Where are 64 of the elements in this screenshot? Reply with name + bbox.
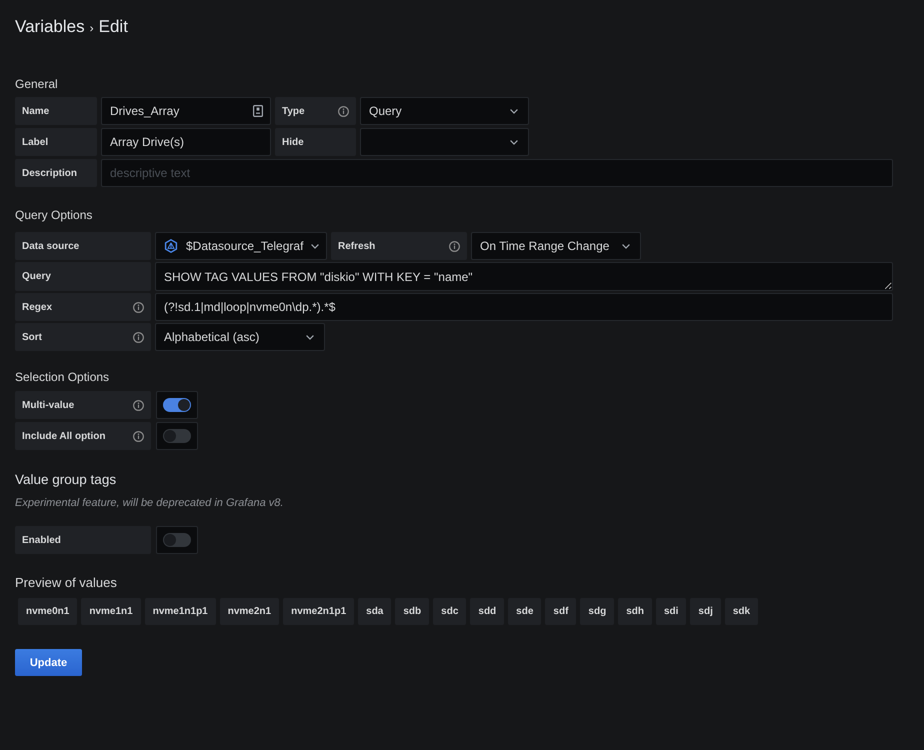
- chevron-down-icon: [306, 334, 314, 340]
- chevron-down-icon: [510, 108, 518, 114]
- refresh-select[interactable]: On Time Range Change: [471, 232, 641, 260]
- sort-select[interactable]: Alphabetical (asc): [155, 323, 325, 351]
- breadcrumb-link[interactable]: Variables: [15, 16, 85, 38]
- section-description: Experimental feature, will be deprecated in Grafana v8.: [15, 496, 284, 510]
- value-tag: sdk: [724, 598, 758, 625]
- value-tag: sdi: [656, 598, 686, 625]
- breadcrumb-separator: ›: [90, 20, 94, 37]
- value-tag: sdh: [618, 598, 652, 625]
- chevron-down-icon: [622, 244, 630, 248]
- field-label: Enabled: [22, 534, 61, 546]
- info-icon[interactable]: [449, 240, 460, 252]
- update-button[interactable]: Update: [15, 649, 82, 676]
- field-label: Include All option: [22, 430, 106, 442]
- datasource-picker[interactable]: $Datasource_Telegraf: [155, 232, 327, 260]
- toggle-switch[interactable]: [156, 391, 198, 419]
- value-tag: nvme1n1p1: [144, 598, 216, 625]
- toggle-switch[interactable]: [156, 422, 198, 450]
- field-label: Hide: [282, 136, 304, 148]
- field-label: Name: [22, 106, 50, 116]
- name-field[interactable]: Drives_Array: [101, 97, 271, 125]
- info-icon[interactable]: [338, 106, 349, 116]
- field-label: Label: [22, 136, 48, 148]
- value-tag: sde: [508, 598, 542, 625]
- value-tag: nvme0n1: [18, 598, 78, 625]
- field-label: Refresh: [338, 240, 376, 252]
- section-heading: Query Options: [15, 207, 94, 223]
- value-tag: sdd: [470, 598, 504, 625]
- field-label: Type: [282, 106, 305, 116]
- chevron-down-icon: [311, 244, 320, 248]
- field-label: Sort: [22, 332, 42, 342]
- value-tag: sdb: [395, 598, 430, 625]
- value-tag: sdg: [580, 598, 614, 625]
- field-label: Data source: [22, 240, 80, 252]
- label-field[interactable]: Array Drive(s): [101, 128, 271, 156]
- info-icon[interactable]: [133, 332, 144, 342]
- section-heading: Value group tags: [15, 471, 118, 489]
- toggle-switch[interactable]: [156, 526, 198, 554]
- card-icon[interactable]: [253, 105, 263, 117]
- value-tag: sdj: [690, 598, 721, 625]
- description-field[interactable]: descriptive text: [101, 159, 893, 187]
- field-label: Regex: [22, 302, 52, 312]
- field-label: Query: [22, 271, 51, 282]
- value-tag: sdc: [433, 598, 466, 625]
- info-icon[interactable]: [133, 430, 144, 442]
- info-icon[interactable]: [133, 302, 144, 312]
- section-heading: Selection Options: [15, 369, 110, 385]
- section-heading: Preview of values: [15, 575, 118, 591]
- regex-field[interactable]: (?!sd.1|md|loop|nvme0n\dp.*).*$: [155, 293, 893, 321]
- page-title: Edit: [98, 16, 128, 38]
- hexagon-icon: [164, 239, 178, 253]
- chevron-down-icon: [510, 140, 518, 144]
- field-label: Multi-value: [22, 400, 74, 410]
- section-heading: General: [15, 76, 59, 92]
- type-select[interactable]: Query: [360, 97, 529, 125]
- query-field[interactable]: SHOW TAG VALUES FROM "diskio" WITH KEY = "name": [155, 262, 893, 291]
- value-tag: nvme2n1: [220, 598, 280, 625]
- value-tag: nvme1n1: [81, 598, 141, 625]
- value-tag: sda: [358, 598, 392, 625]
- value-tag: sdf: [545, 598, 576, 625]
- value-tag: nvme2n1p1: [283, 598, 354, 625]
- field-label: Description: [22, 168, 78, 178]
- info-icon[interactable]: [133, 400, 144, 410]
